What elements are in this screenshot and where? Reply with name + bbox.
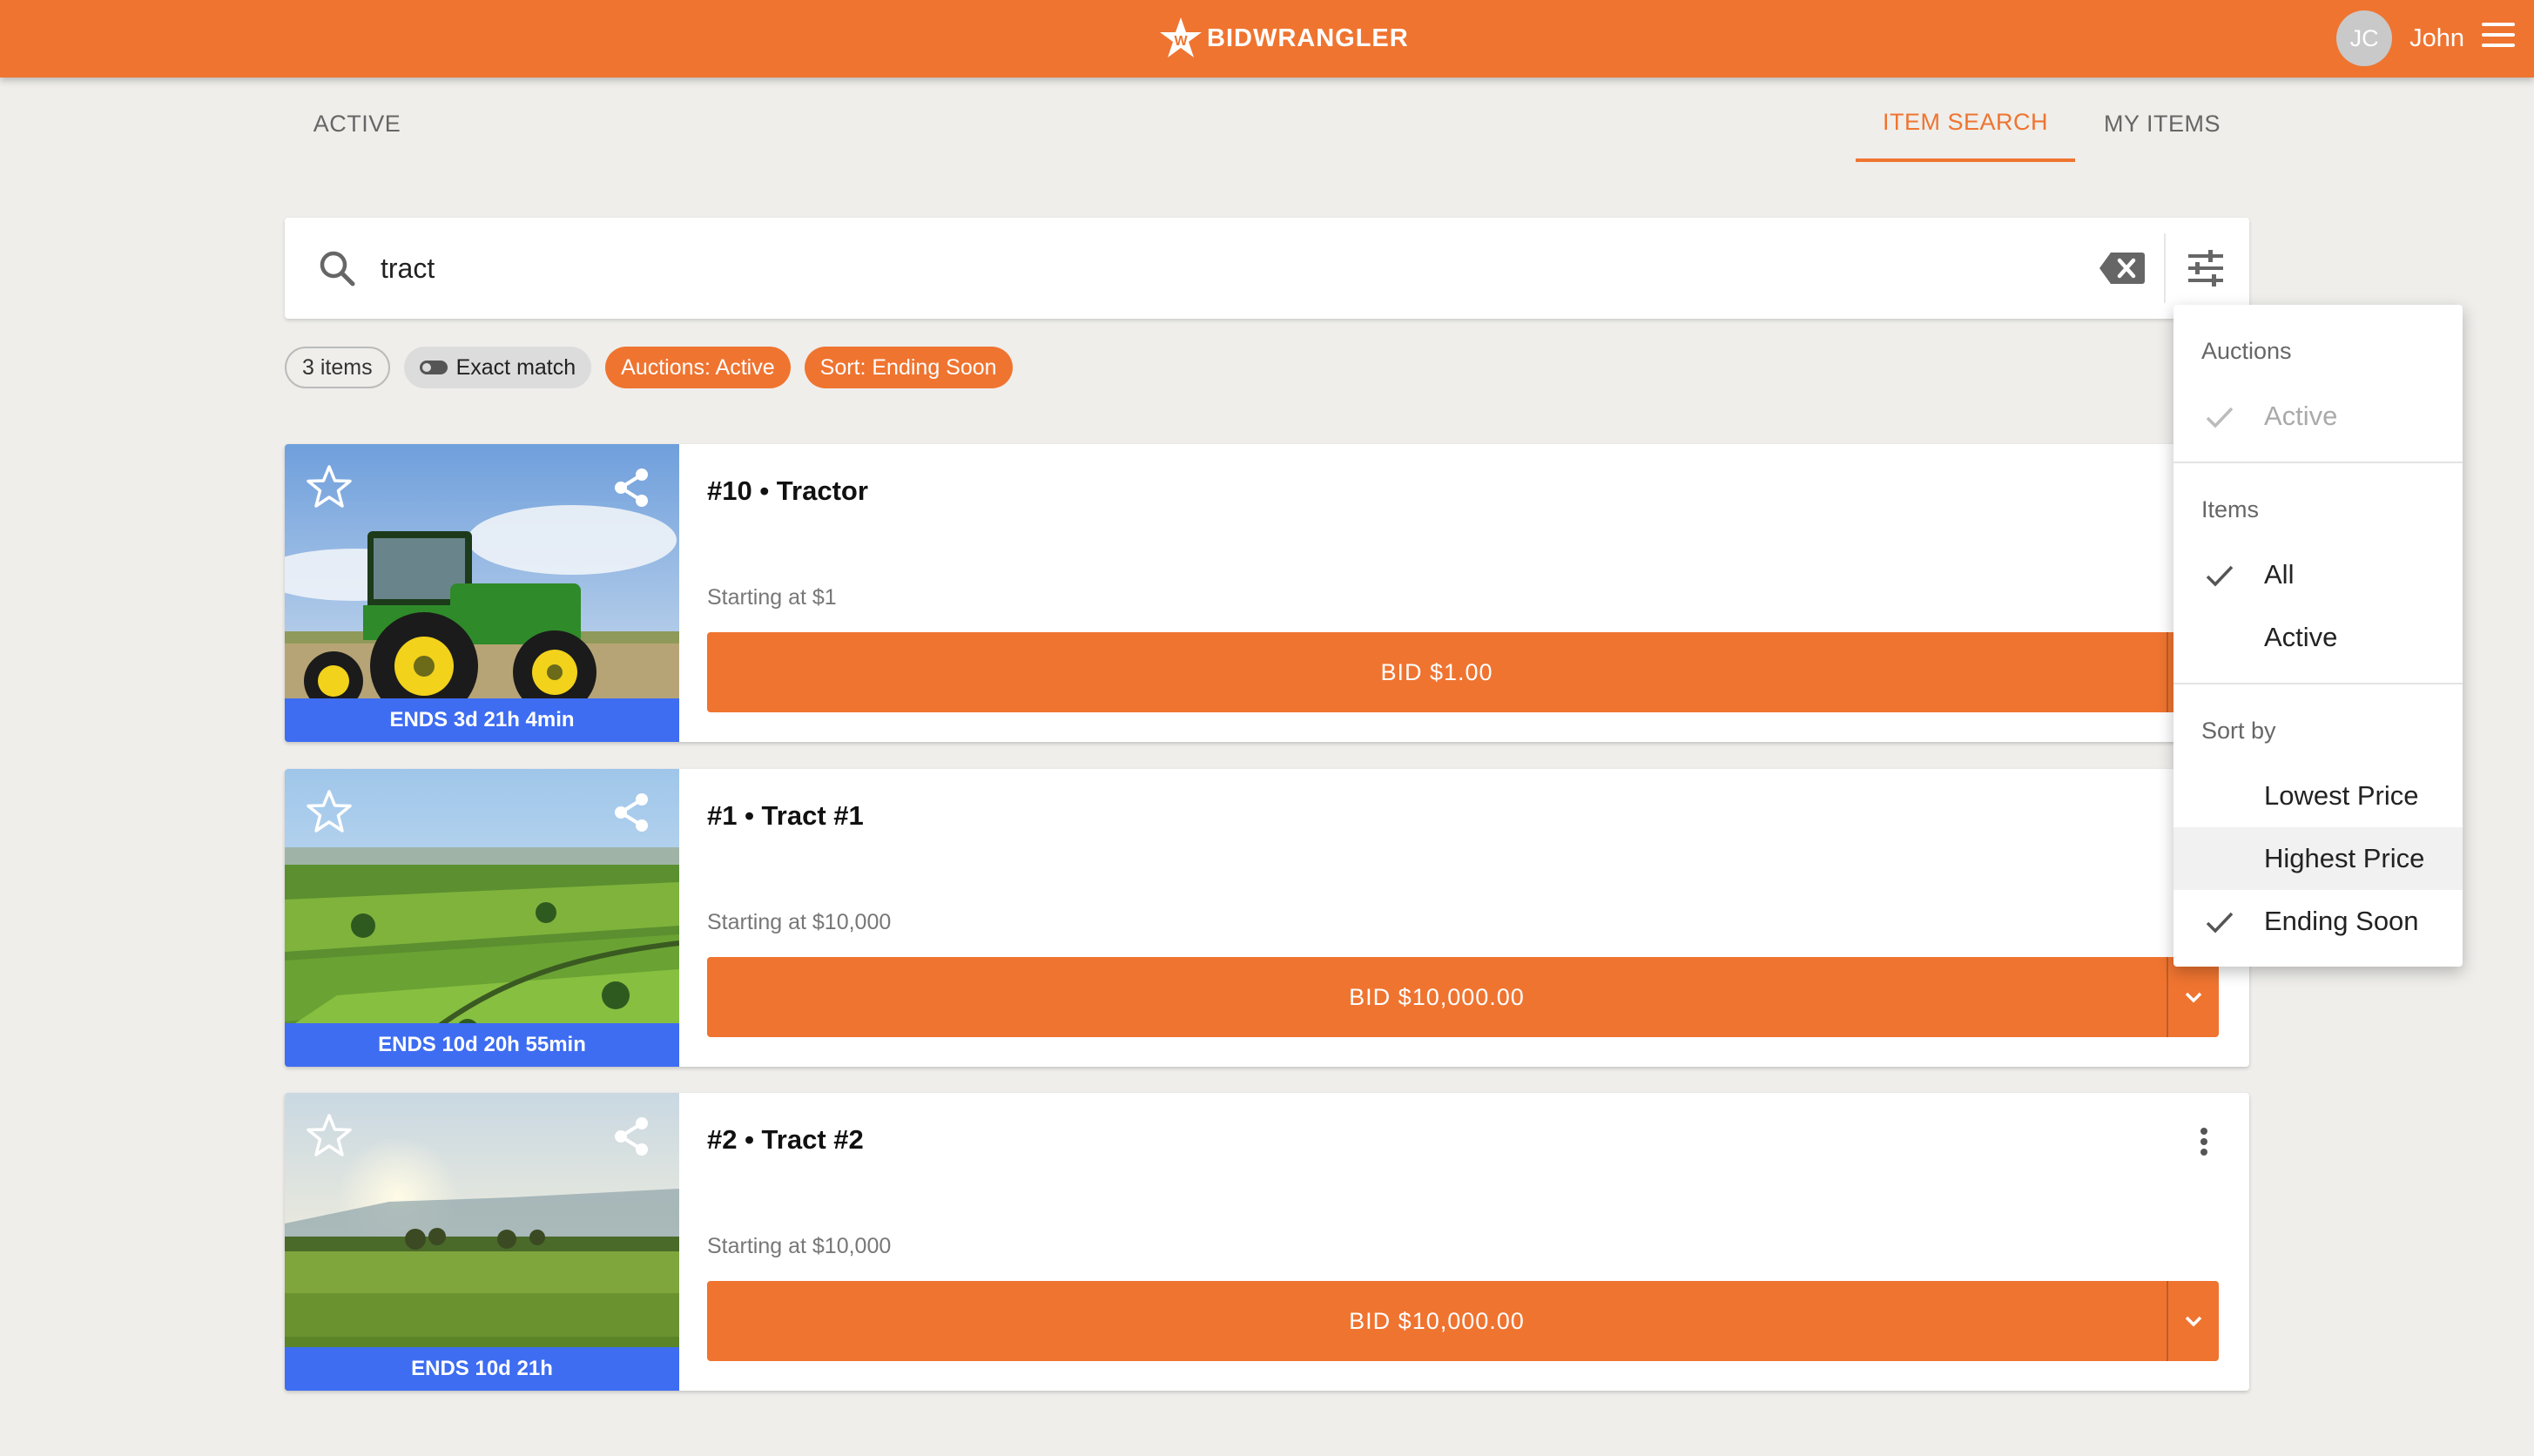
filter-chips: 3 items Exact match Auctions: Active Sor… xyxy=(285,347,1013,390)
chevron-down-icon xyxy=(2185,1316,2202,1327)
menu-item-label: All xyxy=(2264,559,2295,590)
bid-button-label: BID $10,000.00 xyxy=(1349,983,1525,1010)
menu-item-label: Active xyxy=(2264,401,2338,431)
menu-item-items-active[interactable]: Active xyxy=(2173,606,2463,669)
bid-button[interactable]: BID $1.00 xyxy=(707,632,2219,712)
item-image[interactable]: ENDS 3d 21h 4min xyxy=(285,444,679,742)
user-name[interactable]: John xyxy=(2409,24,2464,53)
menu-divider xyxy=(2173,462,2463,463)
menu-item-sort-highest-price[interactable]: Highest Price xyxy=(2173,827,2463,890)
toggle-icon[interactable] xyxy=(419,361,448,374)
menu-heading-sort: Sort by xyxy=(2201,718,2276,744)
menu-item-label: Active xyxy=(2264,622,2338,652)
item-card[interactable]: ENDS 3d 21h 4min #10 • Tractor Starting … xyxy=(285,444,2249,742)
starting-price: Starting at $10,000 xyxy=(707,1234,892,1258)
starting-price: Starting at $1 xyxy=(707,585,837,610)
share-icon[interactable] xyxy=(609,465,654,510)
tab-active[interactable]: ACTIVE xyxy=(287,85,427,162)
bid-button[interactable]: BID $10,000.00 xyxy=(707,957,2219,1037)
brand-name: BIDWRANGLER xyxy=(1207,24,1409,52)
top-app-bar: W BIDWRANGLER JC John xyxy=(0,0,2534,78)
ends-countdown: ENDS 10d 20h 55min xyxy=(285,1023,679,1067)
search-divider xyxy=(2164,233,2166,303)
menu-item-items-all[interactable]: All xyxy=(2173,543,2463,606)
bid-button-label: BID $1.00 xyxy=(1380,658,1493,685)
menu-icon[interactable] xyxy=(2482,23,2515,51)
bid-button-label: BID $10,000.00 xyxy=(1349,1307,1525,1334)
tab-my-items[interactable]: MY ITEMS xyxy=(2075,85,2249,162)
more-vert-icon[interactable] xyxy=(2187,1124,2221,1159)
sort-chip[interactable]: Sort: Ending Soon xyxy=(804,347,1013,388)
exact-match-label: Exact match xyxy=(455,354,576,380)
bid-options-button[interactable] xyxy=(2168,1281,2219,1361)
menu-heading-items: Items xyxy=(2201,496,2260,522)
bid-button[interactable]: BID $10,000.00 xyxy=(707,1281,2219,1361)
item-image[interactable]: ENDS 10d 20h 55min xyxy=(285,769,679,1067)
star-icon[interactable] xyxy=(306,463,353,510)
star-icon[interactable] xyxy=(306,1112,353,1159)
tab-item-search[interactable]: ITEM SEARCH xyxy=(1856,85,2075,162)
item-title[interactable]: #1 • Tract #1 xyxy=(707,800,864,832)
share-icon[interactable] xyxy=(609,790,654,835)
search-input[interactable] xyxy=(381,242,2018,294)
ends-countdown: ENDS 3d 21h 4min xyxy=(285,698,679,742)
star-icon[interactable] xyxy=(306,788,353,835)
menu-item-label: Highest Price xyxy=(2264,843,2425,873)
avatar[interactable]: JC xyxy=(2336,10,2393,66)
starting-price: Starting at $10,000 xyxy=(707,910,892,934)
menu-heading-auctions: Auctions xyxy=(2201,338,2292,364)
share-icon[interactable] xyxy=(609,1114,654,1159)
search-bar xyxy=(285,218,2249,319)
brand-logo[interactable]: W BIDWRANGLER xyxy=(1158,10,1409,66)
search-icon xyxy=(320,251,355,286)
results-count-chip: 3 items xyxy=(285,347,390,388)
user-profile[interactable]: JC John xyxy=(2336,9,2464,68)
svg-text:W: W xyxy=(1174,34,1188,49)
ends-countdown: ENDS 10d 21h xyxy=(285,1347,679,1391)
item-title[interactable]: #2 • Tract #2 xyxy=(707,1124,864,1156)
filter-menu: Auctions Active Items All Active Sort by… xyxy=(2173,305,2463,967)
menu-item-sort-ending-soon[interactable]: Ending Soon xyxy=(2173,890,2463,953)
check-icon xyxy=(2206,912,2234,934)
check-icon xyxy=(2206,565,2234,587)
item-image[interactable]: ENDS 10d 21h xyxy=(285,1093,679,1391)
menu-item-sort-lowest-price[interactable]: Lowest Price xyxy=(2173,765,2463,827)
bid-options-button[interactable] xyxy=(2168,957,2219,1037)
item-title[interactable]: #10 • Tractor xyxy=(707,475,868,507)
menu-item-label: Ending Soon xyxy=(2264,906,2419,936)
menu-item-auctions-active[interactable]: Active xyxy=(2173,385,2463,448)
item-card[interactable]: ENDS 10d 21h #2 • Tract #2 Starting at $… xyxy=(285,1093,2249,1391)
check-icon xyxy=(2206,407,2234,428)
chevron-down-icon xyxy=(2185,992,2202,1003)
logo-icon: W xyxy=(1160,17,1202,57)
item-card[interactable]: ENDS 10d 20h 55min #1 • Tract #1 Startin… xyxy=(285,769,2249,1067)
menu-item-label: Lowest Price xyxy=(2264,780,2419,811)
menu-divider xyxy=(2173,683,2463,684)
auctions-filter-chip[interactable]: Auctions: Active xyxy=(605,347,791,388)
filter-icon[interactable] xyxy=(2185,247,2227,289)
clear-icon[interactable] xyxy=(2099,249,2146,287)
exact-match-chip[interactable]: Exact match xyxy=(403,347,592,388)
